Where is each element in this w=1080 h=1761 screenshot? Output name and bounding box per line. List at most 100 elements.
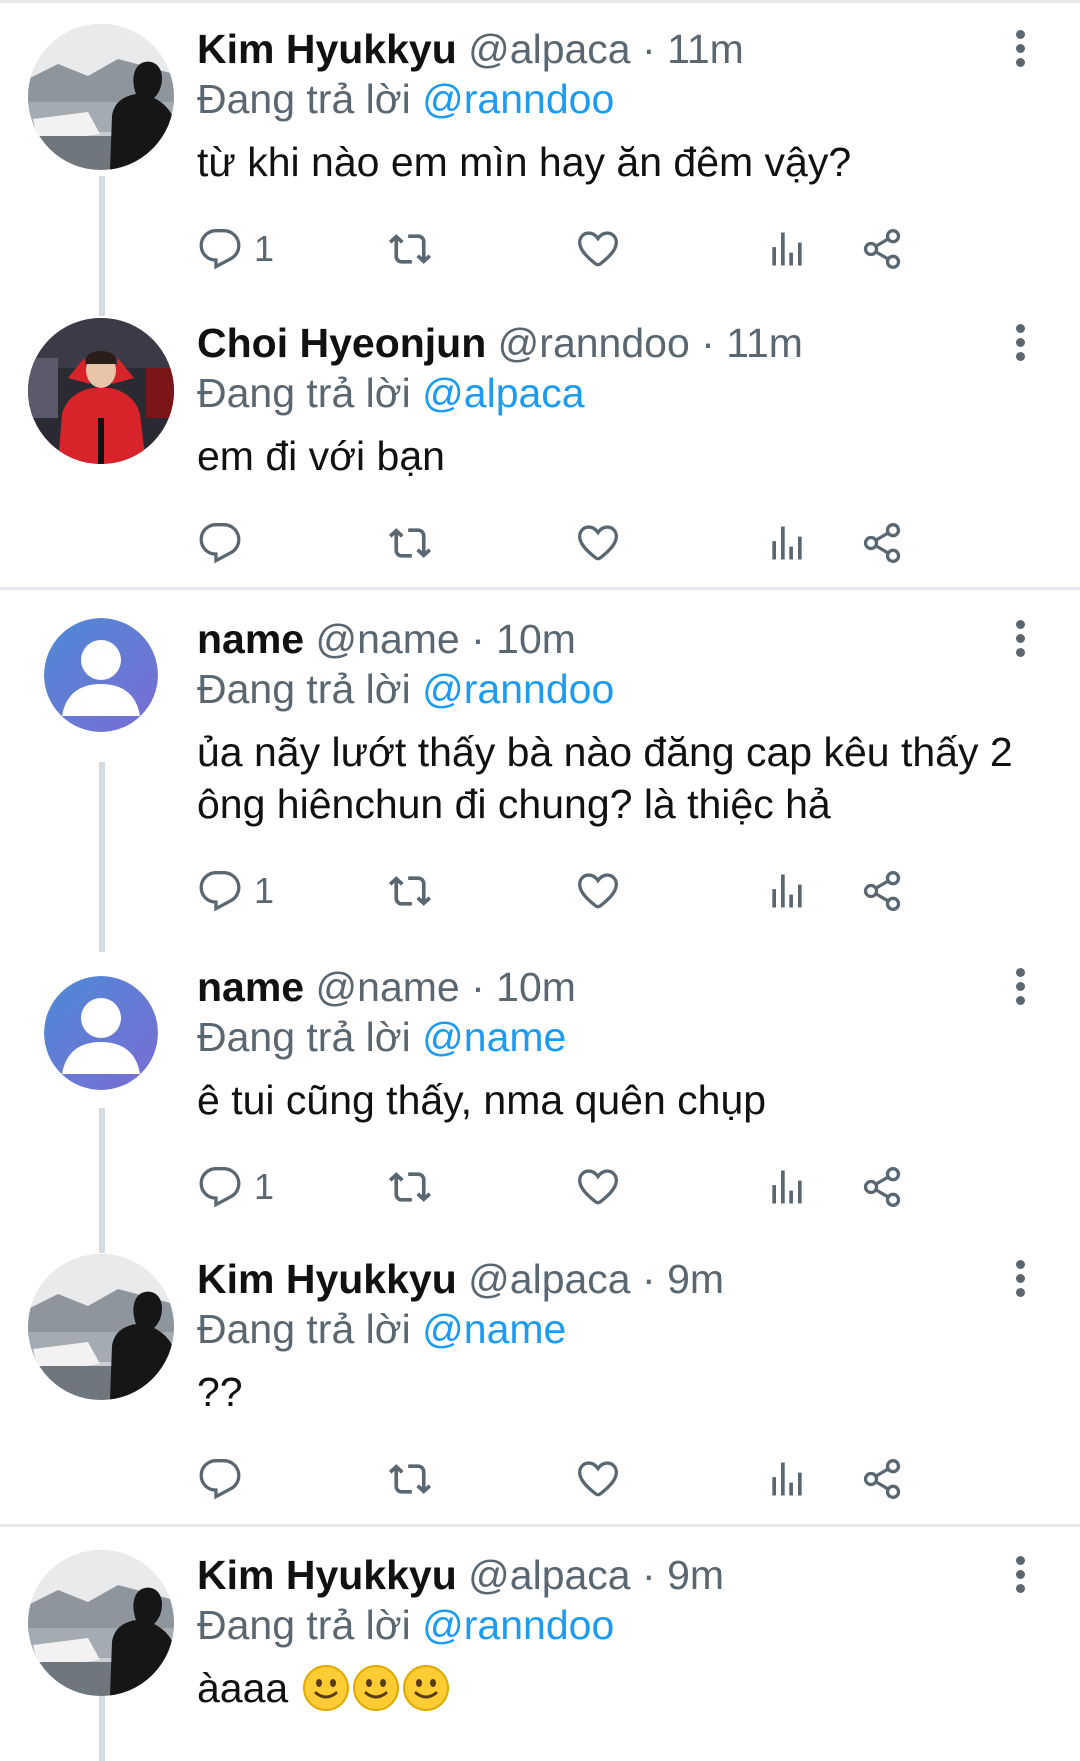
avatar[interactable] [28, 1254, 174, 1400]
retweet-button[interactable] [388, 1454, 432, 1504]
reply-button[interactable] [198, 518, 254, 568]
author-handle[interactable]: @name [316, 616, 460, 662]
share-icon [863, 1459, 901, 1499]
views-button[interactable] [765, 1454, 809, 1504]
share-button[interactable] [860, 866, 904, 916]
views-icon [772, 232, 802, 266]
avatar[interactable] [28, 318, 174, 464]
avatar[interactable] [44, 976, 158, 1090]
views-icon [772, 874, 802, 908]
replying-to: Đang trả lời @name [197, 1304, 566, 1354]
tweet-text-content: àaaa [197, 1665, 289, 1711]
author-name[interactable]: name [197, 616, 304, 662]
mention-link[interactable]: @name [422, 1306, 566, 1352]
avatar[interactable] [28, 24, 174, 170]
timestamp[interactable]: 10m [496, 964, 576, 1010]
separator-dot: · [642, 1552, 656, 1598]
retweet-button[interactable] [388, 224, 432, 274]
replying-to-label: Đang trả lời [197, 76, 411, 122]
share-button[interactable] [860, 1454, 904, 1504]
tweet-header: name @name · 10m [197, 962, 576, 1012]
more-icon[interactable] [1008, 324, 1032, 364]
reply-count: 1 [254, 228, 275, 269]
share-icon [863, 523, 901, 563]
reply-button[interactable]: 1 [198, 224, 274, 274]
tweet-header: Choi Hyeonjun @ranndoo · 11m [197, 318, 803, 368]
tweet[interactable]: Kim Hyukkyu @alpaca · 9m Đang trả lời @r… [0, 1526, 1080, 1761]
timestamp[interactable]: 11m [726, 320, 803, 366]
author-handle[interactable]: @alpaca [468, 26, 630, 72]
like-button[interactable] [576, 1162, 620, 1212]
tweet[interactable]: name @name · 10m Đang trả lời @ranndoo ủ… [0, 590, 1080, 936]
mention-link[interactable]: @ranndoo [422, 76, 614, 122]
avatar[interactable] [28, 1550, 174, 1696]
views-button[interactable] [765, 1162, 809, 1212]
share-button[interactable] [860, 224, 904, 274]
tweet-text: àaaa [197, 1662, 1057, 1714]
tweet[interactable]: name @name · 10m Đang trả lời @name ê tu… [0, 936, 1080, 1230]
share-button[interactable] [860, 1162, 904, 1212]
like-button[interactable] [576, 224, 620, 274]
replying-to: Đang trả lời @ranndoo [197, 74, 614, 124]
author-handle[interactable]: @ranndoo [498, 320, 690, 366]
reply-button[interactable] [198, 1454, 254, 1504]
author-name[interactable]: Choi Hyeonjun [197, 320, 486, 366]
author-name[interactable]: Kim Hyukkyu [197, 26, 457, 72]
author-name[interactable]: Kim Hyukkyu [197, 1256, 457, 1302]
more-icon[interactable] [1008, 1556, 1032, 1596]
retweet-icon [388, 528, 432, 558]
replying-to: Đang trả lời @ranndoo [197, 1600, 614, 1650]
retweet-button[interactable] [388, 518, 432, 568]
views-button[interactable] [765, 224, 809, 274]
tweet[interactable]: Kim Hyukkyu @alpaca · 11m Đang trả lời @… [0, 0, 1080, 300]
views-icon [772, 1462, 802, 1496]
tweet[interactable]: Kim Hyukkyu @alpaca · 9m Đang trả lời @n… [0, 1230, 1080, 1524]
retweet-icon [388, 1464, 432, 1494]
tweet-text: ?? [197, 1369, 243, 1415]
mention-link[interactable]: @alpaca [422, 370, 584, 416]
more-icon[interactable] [1008, 30, 1032, 70]
reply-button[interactable]: 1 [198, 866, 274, 916]
retweet-icon [388, 1172, 432, 1202]
views-icon [772, 526, 802, 560]
author-name[interactable]: Kim Hyukkyu [197, 1552, 457, 1598]
mention-link[interactable]: @ranndoo [422, 666, 614, 712]
tweet[interactable]: Choi Hyeonjun @ranndoo · 11m Đang trả lờ… [0, 294, 1080, 588]
avatar[interactable] [44, 618, 158, 732]
timestamp[interactable]: 10m [496, 616, 576, 662]
retweet-button[interactable] [388, 866, 432, 916]
views-button[interactable] [765, 518, 809, 568]
like-button[interactable] [576, 518, 620, 568]
slightly-smiling-face-icon [352, 1665, 399, 1711]
comment-icon [199, 1459, 241, 1500]
share-button[interactable] [860, 518, 904, 568]
reply-button[interactable]: 1 [198, 1162, 274, 1212]
like-button[interactable] [576, 866, 620, 916]
heart-icon [578, 525, 618, 561]
mention-link[interactable]: @name [422, 1014, 566, 1060]
views-button[interactable] [765, 866, 809, 916]
timestamp[interactable]: 9m [667, 1552, 724, 1598]
tweet-text: em đi với bạn [197, 433, 445, 479]
separator-dot: · [642, 1256, 656, 1302]
more-icon[interactable] [1008, 968, 1032, 1008]
replying-to-label: Đang trả lời [197, 370, 411, 416]
retweet-button[interactable] [388, 1162, 432, 1212]
timestamp[interactable]: 11m [667, 26, 744, 72]
action-bar [198, 518, 1018, 568]
timestamp[interactable]: 9m [667, 1256, 724, 1302]
more-icon[interactable] [1008, 620, 1032, 660]
separator-dot: · [701, 320, 715, 366]
replying-to: Đang trả lời @alpaca [197, 368, 585, 418]
author-handle[interactable]: @alpaca [468, 1256, 630, 1302]
heart-icon [578, 1169, 618, 1205]
author-name[interactable]: name [197, 964, 304, 1010]
like-button[interactable] [576, 1454, 620, 1504]
mention-link[interactable]: @ranndoo [422, 1602, 614, 1648]
author-handle[interactable]: @alpaca [468, 1552, 630, 1598]
author-handle[interactable]: @name [316, 964, 460, 1010]
more-icon[interactable] [1008, 1260, 1032, 1300]
views-icon [772, 1170, 802, 1204]
action-bar: 1 [198, 224, 1018, 274]
comment-icon [199, 229, 241, 270]
